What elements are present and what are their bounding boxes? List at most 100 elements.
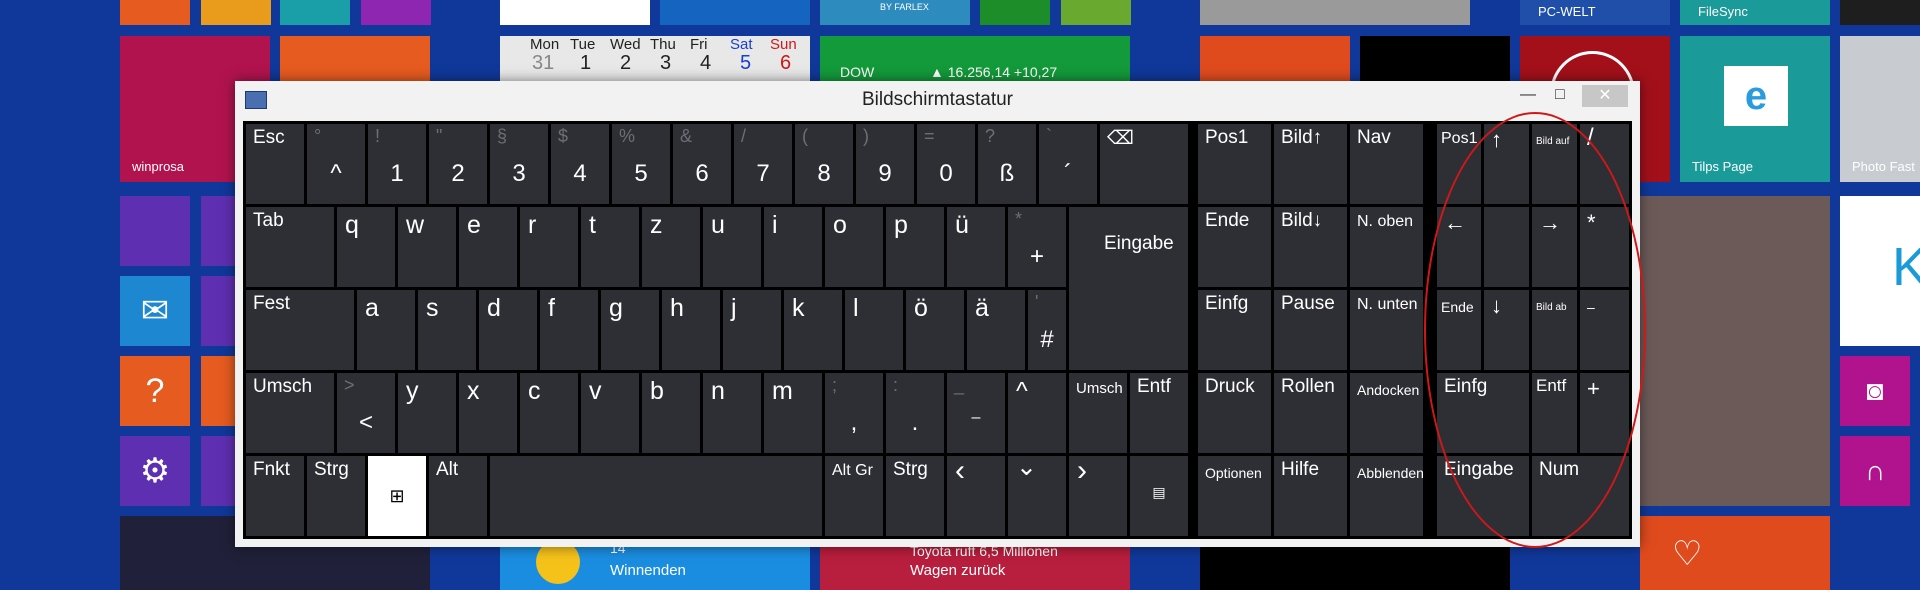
tile-side-4[interactable]: [201, 356, 235, 426]
tile-photo-large[interactable]: [1640, 196, 1830, 506]
key-0[interactable]: = 0: [917, 124, 975, 204]
key-k[interactable]: k: [784, 290, 842, 370]
tile-side-3[interactable]: [201, 276, 235, 346]
tile-music[interactable]: ∩: [1840, 436, 1910, 506]
key-enter[interactable]: Eingabe: [1069, 207, 1188, 370]
key-m[interactable]: m: [764, 373, 822, 453]
key-fn[interactable]: Fnkt: [246, 456, 304, 536]
numpad-down[interactable]: ↓: [1484, 290, 1529, 370]
numpad-enter[interactable]: Eingabe: [1437, 456, 1529, 536]
key-pageup[interactable]: Bild↑: [1274, 124, 1347, 204]
tile-pcwelt[interactable]: PC-WELT: [1520, 0, 1670, 25]
key-moveup[interactable]: N. oben: [1350, 207, 1423, 287]
key-oe[interactable]: ö: [906, 290, 964, 370]
key-caret[interactable]: ° ^: [307, 124, 365, 204]
key-j[interactable]: j: [723, 290, 781, 370]
key-windows[interactable]: ⊞: [368, 456, 426, 536]
key-l[interactable]: l: [845, 290, 903, 370]
key-ue[interactable]: ü: [947, 207, 1005, 287]
tile-filesync[interactable]: FileSync: [1680, 0, 1830, 25]
key-q[interactable]: q: [337, 207, 395, 287]
key-8[interactable]: (8: [795, 124, 853, 204]
key-up[interactable]: ^: [1008, 373, 1066, 453]
tile-top-blue[interactable]: [660, 0, 810, 25]
numpad-up[interactable]: ↑: [1484, 124, 1529, 204]
tile-side-5[interactable]: [201, 436, 235, 506]
key-movedown[interactable]: N. unten: [1350, 290, 1423, 370]
key-6[interactable]: & 6: [673, 124, 731, 204]
key-end[interactable]: Ende: [1198, 207, 1271, 287]
key-c[interactable]: c: [520, 373, 578, 453]
key-menu[interactable]: ▤: [1130, 456, 1188, 536]
tile-side-2[interactable]: [201, 196, 235, 266]
key-u[interactable]: u: [703, 207, 761, 287]
key-minus[interactable]: _ –: [947, 373, 1005, 453]
numpad-end[interactable]: Ende: [1437, 290, 1481, 370]
key-ctrl-left[interactable]: Strg: [307, 456, 365, 536]
numpad-numlock[interactable]: Num: [1532, 456, 1629, 536]
key-f[interactable]: f: [540, 290, 598, 370]
key-7[interactable]: /7: [734, 124, 792, 204]
numpad-delete[interactable]: Entf: [1532, 373, 1577, 453]
key-w[interactable]: w: [398, 207, 456, 287]
key-o[interactable]: o: [825, 207, 883, 287]
key-3[interactable]: § 3: [490, 124, 548, 204]
key-altgr[interactable]: Alt Gr: [825, 456, 883, 536]
key-e[interactable]: e: [459, 207, 517, 287]
tile-top-4[interactable]: [361, 0, 431, 25]
key-a[interactable]: a: [357, 290, 415, 370]
tile-top-green2[interactable]: [1061, 0, 1131, 25]
tile-top-dark[interactable]: [1840, 0, 1920, 25]
key-acute[interactable]: ` ´: [1039, 124, 1097, 204]
key-pagedown[interactable]: Bild↓: [1274, 207, 1347, 287]
key-n[interactable]: n: [703, 373, 761, 453]
key-backspace[interactable]: ⌫: [1100, 124, 1188, 204]
key-pause[interactable]: Pause: [1274, 290, 1347, 370]
key-insert[interactable]: Einfg: [1198, 290, 1271, 370]
key-right[interactable]: ›: [1069, 456, 1127, 536]
key-p[interactable]: p: [886, 207, 944, 287]
tile-abc[interactable]: [120, 196, 190, 266]
key-z[interactable]: z: [642, 207, 700, 287]
key-lessthan[interactable]: > <: [337, 373, 395, 453]
numpad-slash[interactable]: /: [1580, 124, 1629, 204]
numpad-5[interactable]: [1484, 207, 1529, 287]
key-s[interactable]: s: [418, 290, 476, 370]
tile-farlex[interactable]: BY FARLEX: [820, 0, 970, 25]
numpad-right[interactable]: →: [1532, 207, 1577, 287]
key-b[interactable]: b: [642, 373, 700, 453]
key-t[interactable]: t: [581, 207, 639, 287]
numpad-pageup[interactable]: Bild auf: [1532, 124, 1577, 204]
tile-photofast[interactable]: Photo Fast: [1840, 36, 1920, 182]
key-r[interactable]: r: [520, 207, 578, 287]
minimize-button[interactable]: —: [1513, 85, 1543, 107]
tile-black-mid[interactable]: [1360, 36, 1510, 86]
key-1[interactable]: ! 1: [368, 124, 426, 204]
tile-red-mid[interactable]: [1200, 36, 1350, 86]
tile-mail[interactable]: ✉: [120, 276, 190, 346]
key-pos1[interactable]: Pos1: [1198, 124, 1271, 204]
key-dock[interactable]: Andocken: [1350, 373, 1423, 453]
key-2[interactable]: " 2: [429, 124, 487, 204]
tile-settings[interactable]: ⚙: [120, 436, 190, 506]
tile-top-3[interactable]: [280, 0, 350, 25]
numpad-left[interactable]: ←: [1437, 207, 1481, 287]
key-h[interactable]: h: [662, 290, 720, 370]
key-y[interactable]: y: [398, 373, 456, 453]
key-options[interactable]: Optionen: [1198, 456, 1271, 536]
tile-help[interactable]: ?: [120, 356, 190, 426]
key-esc[interactable]: Esc: [246, 124, 304, 204]
numpad-pos1[interactable]: Pos1: [1437, 124, 1481, 204]
numpad-star[interactable]: *: [1580, 207, 1629, 287]
key-print[interactable]: Druck: [1198, 373, 1271, 453]
key-comma[interactable]: ;,: [825, 373, 883, 453]
key-nav[interactable]: Nav: [1350, 124, 1423, 204]
tile-top-green[interactable]: [980, 0, 1050, 25]
key-shift-right[interactable]: Umsch: [1069, 373, 1127, 453]
key-scroll[interactable]: Rollen: [1274, 373, 1347, 453]
tile-k[interactable]: K: [1840, 196, 1920, 346]
tile-tilps[interactable]: e Tilps Page: [1680, 36, 1830, 182]
numpad-plus[interactable]: +: [1580, 373, 1629, 453]
key-9[interactable]: ) 9: [856, 124, 914, 204]
key-help[interactable]: Hilfe: [1274, 456, 1347, 536]
